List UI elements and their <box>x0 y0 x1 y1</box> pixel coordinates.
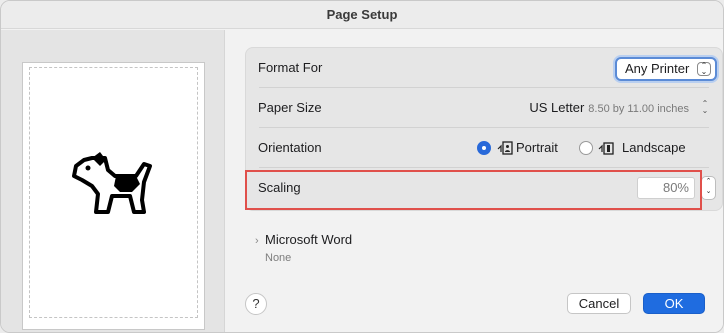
chevron-right-icon[interactable]: › <box>255 235 259 247</box>
landscape-icon <box>598 142 614 155</box>
dog-icon <box>72 152 152 214</box>
section-title[interactable]: Microsoft Word <box>265 232 465 247</box>
format-for-value: Any Printer <box>625 61 690 76</box>
settings-group: Format For Any Printer ⌃ ⌄ Paper Size US … <box>245 47 723 211</box>
ok-button[interactable]: OK <box>643 293 705 314</box>
section-subtitle: None <box>265 252 292 264</box>
paper-size-row[interactable]: Paper Size US Letter 8.50 by 11.00 inches… <box>246 88 722 128</box>
format-for-label: Format For <box>258 60 323 75</box>
window-title: Page Setup <box>1 1 723 29</box>
format-for-popup[interactable]: Any Printer ⌃ ⌄ <box>615 57 717 81</box>
scaling-row: Scaling 80% ⌃ ⌄ <box>246 168 722 208</box>
paper-size-popup[interactable]: US Letter 8.50 by 11.00 inches <box>529 88 689 129</box>
landscape-radio[interactable] <box>579 141 593 155</box>
updown-chevrons-icon: ⌃ ⌄ <box>697 62 711 76</box>
scaling-stepper[interactable]: ⌃ ⌄ <box>701 176 716 200</box>
scaling-label: Scaling <box>258 180 301 195</box>
preview-pane <box>1 30 225 332</box>
landscape-label[interactable]: Landscape <box>622 128 686 168</box>
paper-size-value: US Letter <box>529 100 585 115</box>
paper-size-label: Paper Size <box>258 100 322 115</box>
portrait-icon <box>497 141 513 155</box>
format-for-row: Format For Any Printer ⌃ ⌄ <box>246 48 722 88</box>
cancel-button[interactable]: Cancel <box>567 293 631 314</box>
chevron-down-icon[interactable]: ⌄ <box>702 187 715 197</box>
orientation-label: Orientation <box>258 140 322 155</box>
updown-chevrons-icon: ⌃ ⌄ <box>701 99 709 115</box>
scaling-input[interactable]: 80% <box>637 177 695 199</box>
paper-size-dimensions: 8.50 by 11.00 inches <box>588 103 689 115</box>
portrait-radio[interactable] <box>477 141 491 155</box>
page-setup-dialog: Page Setup Format For Any Printer ⌃ ⌄ Pa… <box>0 0 724 333</box>
portrait-label[interactable]: Portrait <box>516 128 558 168</box>
paper-preview <box>22 62 205 330</box>
chevron-up-icon[interactable]: ⌃ <box>702 177 715 187</box>
settings-pane: Format For Any Printer ⌃ ⌄ Paper Size US … <box>225 30 723 332</box>
help-button[interactable]: ? <box>245 293 267 315</box>
orientation-row: Orientation Portrait Landscape <box>246 128 722 168</box>
